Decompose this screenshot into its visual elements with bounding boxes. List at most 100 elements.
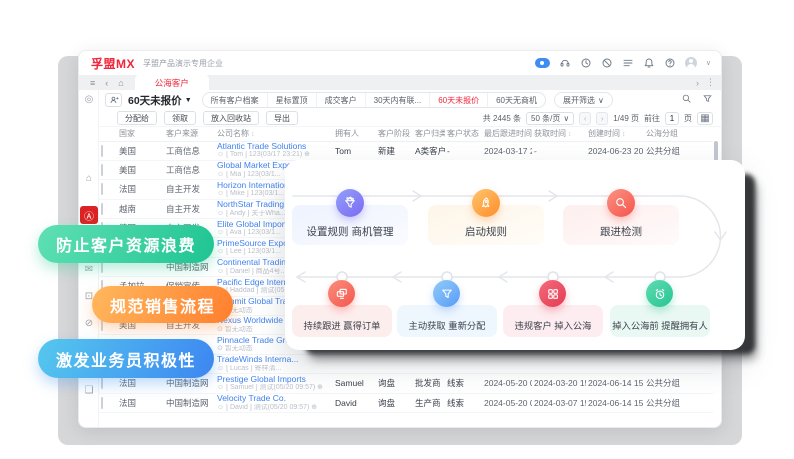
table-row[interactable]: 美国 工商信息 Atlantic Trade Solutions ☺ [ Tom…	[99, 141, 713, 160]
company-link[interactable]: TradeWinds Interna...	[217, 355, 331, 365]
row-checkbox[interactable]	[101, 377, 103, 389]
assign-button[interactable]: 分配给	[117, 111, 157, 125]
column-header[interactable]: 国家	[117, 127, 164, 141]
company-subtitle: 孚盟产品演示专用企业	[143, 58, 223, 69]
prev-page-button[interactable]: ‹	[579, 112, 591, 125]
sidebar-item[interactable]: ◎	[80, 90, 98, 108]
cell-pool-group: 公共分组	[644, 141, 713, 160]
claim-button[interactable]: 领取	[164, 111, 196, 125]
column-header[interactable]: 创建时间	[586, 127, 644, 141]
filter-row: 60天未报价 ▼ 所有客户档案 星标置顶 成交客户 30天内有联... 60天未…	[99, 90, 722, 110]
row-checkbox[interactable]	[101, 397, 103, 409]
recycle-bin-button[interactable]: 放入回收站	[203, 111, 259, 125]
sidebar-item-icon: ⊘	[85, 318, 93, 329]
column-header[interactable]: 客户来源	[164, 127, 215, 141]
total-count: 共 2445 条	[483, 113, 521, 124]
search-icon[interactable]	[681, 91, 692, 109]
user-avatar[interactable]	[685, 57, 697, 69]
current-view-label[interactable]: 60天未报价	[128, 93, 182, 108]
next-page-button[interactable]: ›	[596, 112, 608, 125]
per-page-select[interactable]: 50 条/页∨	[526, 112, 574, 125]
help-icon[interactable]	[664, 57, 676, 69]
column-header[interactable]: 公司名称	[215, 127, 333, 141]
headset-icon[interactable]	[559, 57, 571, 69]
company-link[interactable]: Prestige Global Imports	[217, 375, 331, 385]
cell-status: 线索	[445, 374, 482, 393]
sidebar-item[interactable]: ⊘	[80, 314, 98, 332]
cell-last-follow: 2024-05-20 0...	[482, 393, 532, 412]
workflow-step-card[interactable]: 持续跟进 赢得订单	[292, 305, 392, 337]
cell-pool-group: 公共分组	[644, 393, 713, 412]
column-settings-icon[interactable]: ▦	[697, 112, 713, 125]
tab-more-icon[interactable]: ⋮	[706, 77, 715, 88]
column-header[interactable]: 获取时间	[532, 127, 586, 141]
column-header[interactable]: 客户状态	[445, 127, 482, 141]
cell-country: 越南	[117, 199, 164, 218]
company-activity: ☺ [ Lucas ] 寄样清...	[217, 365, 331, 373]
column-header[interactable]: 最后跟进时间	[482, 127, 532, 141]
goto-suffix: 页	[684, 113, 692, 124]
row-checkbox[interactable]	[101, 145, 103, 157]
goto-label: 前往	[644, 113, 660, 124]
filter-funnel-icon[interactable]	[702, 91, 713, 109]
chevron-down-icon[interactable]: ∨	[706, 59, 711, 67]
quick-filter-pill[interactable]: 所有客户档案	[203, 92, 268, 108]
marketing-ribbon: 防止客户资源浪费	[38, 225, 214, 263]
column-header[interactable]: 客户归类	[413, 127, 445, 141]
cell-source: 工商信息	[164, 160, 215, 179]
cell-stage: 新建	[376, 141, 413, 160]
goto-page-input[interactable]: 1	[665, 112, 679, 125]
row-checkbox[interactable]	[101, 164, 103, 176]
cell-category: 生产商	[413, 393, 445, 412]
sidebar-item[interactable]: ⌂	[80, 169, 98, 187]
view-caret-icon[interactable]: ▼	[185, 97, 192, 104]
menu-icon[interactable]: ≡	[90, 78, 95, 88]
table-toolbar: 分配给 领取 放入回收站 导出 共 2445 条 50 条/页∨ ‹ › 1/4…	[99, 110, 722, 127]
company-link[interactable]: Velocity Trade Co.	[217, 394, 331, 404]
cell-source: 自主开发	[164, 180, 215, 199]
workflow-step-card[interactable]: 主动获取 重新分配	[397, 305, 497, 337]
column-header[interactable]: 公海分组	[644, 127, 713, 141]
quick-filter-pill[interactable]: 30天内有联...	[366, 92, 431, 108]
row-checkbox[interactable]	[101, 203, 103, 215]
workflow-step-card[interactable]: 违规客户 掉入公海	[503, 305, 603, 337]
cell-country: 美国	[117, 160, 164, 179]
expand-filter-label: 展开筛选	[563, 95, 595, 106]
cell-country: 法国	[117, 393, 164, 412]
list-icon[interactable]	[622, 57, 634, 69]
sidebar-item[interactable]: Ⓐ	[80, 206, 98, 224]
view-icon[interactable]	[535, 58, 550, 68]
forbid-icon[interactable]	[601, 57, 613, 69]
column-header[interactable]	[99, 127, 117, 141]
cell-last-follow: 2024-03-17 2...	[482, 141, 532, 160]
row-checkbox[interactable]	[101, 183, 103, 195]
quick-filter-pill[interactable]: 成交客户	[317, 92, 366, 108]
column-header[interactable]: 客户阶段	[376, 127, 413, 141]
cell-category	[413, 354, 445, 373]
export-button[interactable]: 导出	[266, 111, 298, 125]
clock-icon[interactable]	[580, 57, 592, 69]
expand-filter-button[interactable]: 展开筛选 ∨	[554, 92, 613, 108]
bell-icon[interactable]	[643, 57, 655, 69]
workflow-step-card[interactable]: 掉入公海前 提醒拥有人	[610, 305, 710, 337]
table-row[interactable]: 法国 中国制造网 Velocity Trade Co. ☺ [ David ] …	[99, 393, 713, 412]
cell-country: 法国	[117, 180, 164, 199]
home-icon[interactable]: ⌂	[118, 78, 123, 88]
quick-filter-pill[interactable]: 60天未报价	[430, 92, 488, 108]
sidebar-item[interactable]: ❏	[80, 381, 98, 399]
cell-owner	[333, 354, 376, 373]
column-header[interactable]: 拥有人	[333, 127, 376, 141]
add-person-icon[interactable]	[105, 93, 122, 107]
back-icon[interactable]: ‹	[105, 78, 108, 88]
company-link[interactable]: Atlantic Trade Solutions	[217, 142, 331, 152]
pagination: 共 2445 条 50 条/页∨ ‹ › 1/49 页 前往 1 页 ▦	[483, 112, 713, 125]
tab-scroll-right-icon[interactable]: ›	[696, 78, 699, 88]
quick-filter-pill[interactable]: 60天无商机	[488, 92, 545, 108]
tab-public-pool[interactable]: 公海客户	[135, 75, 209, 90]
cell-source: 自主开发	[164, 199, 215, 218]
workflow-step-label: 跟进检测	[600, 224, 642, 239]
cell-status: -	[445, 141, 482, 160]
sidebar-item-icon: ✉	[85, 264, 93, 275]
quick-filter-pill[interactable]: 星标置顶	[268, 92, 317, 108]
cell-category: A类客户	[413, 141, 445, 160]
